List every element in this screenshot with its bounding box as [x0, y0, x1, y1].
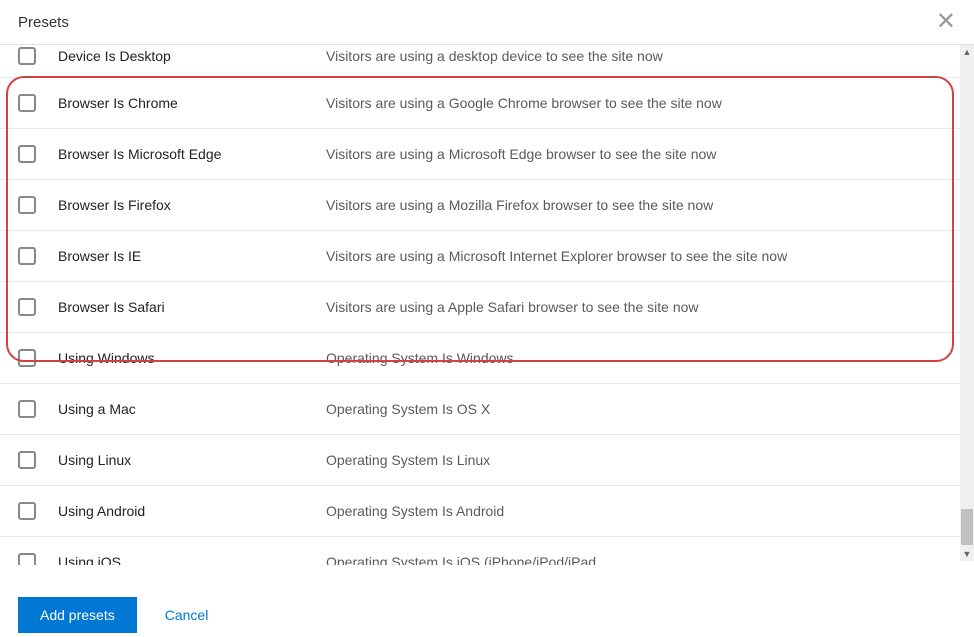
dialog-header: Presets ✕ — [0, 0, 974, 45]
preset-row: Using AndroidOperating System Is Android — [0, 486, 974, 537]
scrollbar-thumb[interactable] — [961, 509, 973, 545]
preset-name: Using Android — [58, 503, 326, 519]
preset-description: Visitors are using a Microsoft Internet … — [326, 248, 956, 264]
preset-row: Device Is DesktopVisitors are using a de… — [0, 45, 974, 78]
preset-description: Operating System Is Windows — [326, 350, 956, 366]
dialog-title: Presets — [18, 14, 69, 31]
preset-checkbox[interactable] — [18, 349, 36, 367]
scroll-down-icon[interactable]: ▼ — [960, 547, 974, 561]
preset-row: Browser Is Microsoft EdgeVisitors are us… — [0, 129, 974, 180]
preset-description: Operating System Is Android — [326, 503, 956, 519]
preset-row: Browser Is IEVisitors are using a Micros… — [0, 231, 974, 282]
preset-name: Using iOS — [58, 554, 326, 565]
preset-checkbox[interactable] — [18, 451, 36, 469]
preset-description: Visitors are using a Mozilla Firefox bro… — [326, 197, 956, 213]
preset-checkbox[interactable] — [18, 298, 36, 316]
preset-description: Operating System Is Linux — [326, 452, 956, 468]
close-icon[interactable]: ✕ — [936, 10, 956, 34]
preset-name: Using a Mac — [58, 401, 326, 417]
preset-name: Browser Is Firefox — [58, 197, 326, 213]
dialog-footer: Add presets Cancel — [0, 582, 974, 637]
preset-name: Browser Is Safari — [58, 299, 326, 315]
preset-description: Operating System Is iOS (iPhone/iPod/iPa… — [326, 554, 956, 565]
cancel-button[interactable]: Cancel — [165, 607, 209, 623]
scrollbar[interactable]: ▲ ▼ — [960, 45, 974, 561]
preset-checkbox[interactable] — [18, 400, 36, 418]
preset-description: Visitors are using a Google Chrome brows… — [326, 95, 956, 111]
preset-list: Device Is DesktopVisitors are using a de… — [0, 45, 974, 565]
preset-name: Device Is Desktop — [58, 48, 326, 64]
preset-checkbox[interactable] — [18, 145, 36, 163]
preset-description: Visitors are using a Apple Safari browse… — [326, 299, 956, 315]
preset-checkbox[interactable] — [18, 196, 36, 214]
preset-row: Using WindowsOperating System Is Windows — [0, 333, 974, 384]
preset-checkbox[interactable] — [18, 553, 36, 565]
preset-row: Browser Is FirefoxVisitors are using a M… — [0, 180, 974, 231]
preset-row: Browser Is ChromeVisitors are using a Go… — [0, 78, 974, 129]
preset-checkbox[interactable] — [18, 47, 36, 65]
preset-name: Browser Is IE — [58, 248, 326, 264]
add-presets-button[interactable]: Add presets — [18, 597, 137, 633]
preset-row: Using LinuxOperating System Is Linux — [0, 435, 974, 486]
preset-name: Browser Is Chrome — [58, 95, 326, 111]
preset-checkbox[interactable] — [18, 247, 36, 265]
preset-checkbox[interactable] — [18, 94, 36, 112]
preset-name: Using Linux — [58, 452, 326, 468]
preset-description: Operating System Is OS X — [326, 401, 956, 417]
preset-description: Visitors are using a desktop device to s… — [326, 48, 956, 64]
preset-name: Using Windows — [58, 350, 326, 366]
scroll-up-icon[interactable]: ▲ — [960, 45, 974, 59]
preset-name: Browser Is Microsoft Edge — [58, 146, 326, 162]
preset-checkbox[interactable] — [18, 502, 36, 520]
preset-description: Visitors are using a Microsoft Edge brow… — [326, 146, 956, 162]
preset-row: Using iOSOperating System Is iOS (iPhone… — [0, 537, 974, 565]
preset-row: Using a MacOperating System Is OS X — [0, 384, 974, 435]
preset-row: Browser Is SafariVisitors are using a Ap… — [0, 282, 974, 333]
